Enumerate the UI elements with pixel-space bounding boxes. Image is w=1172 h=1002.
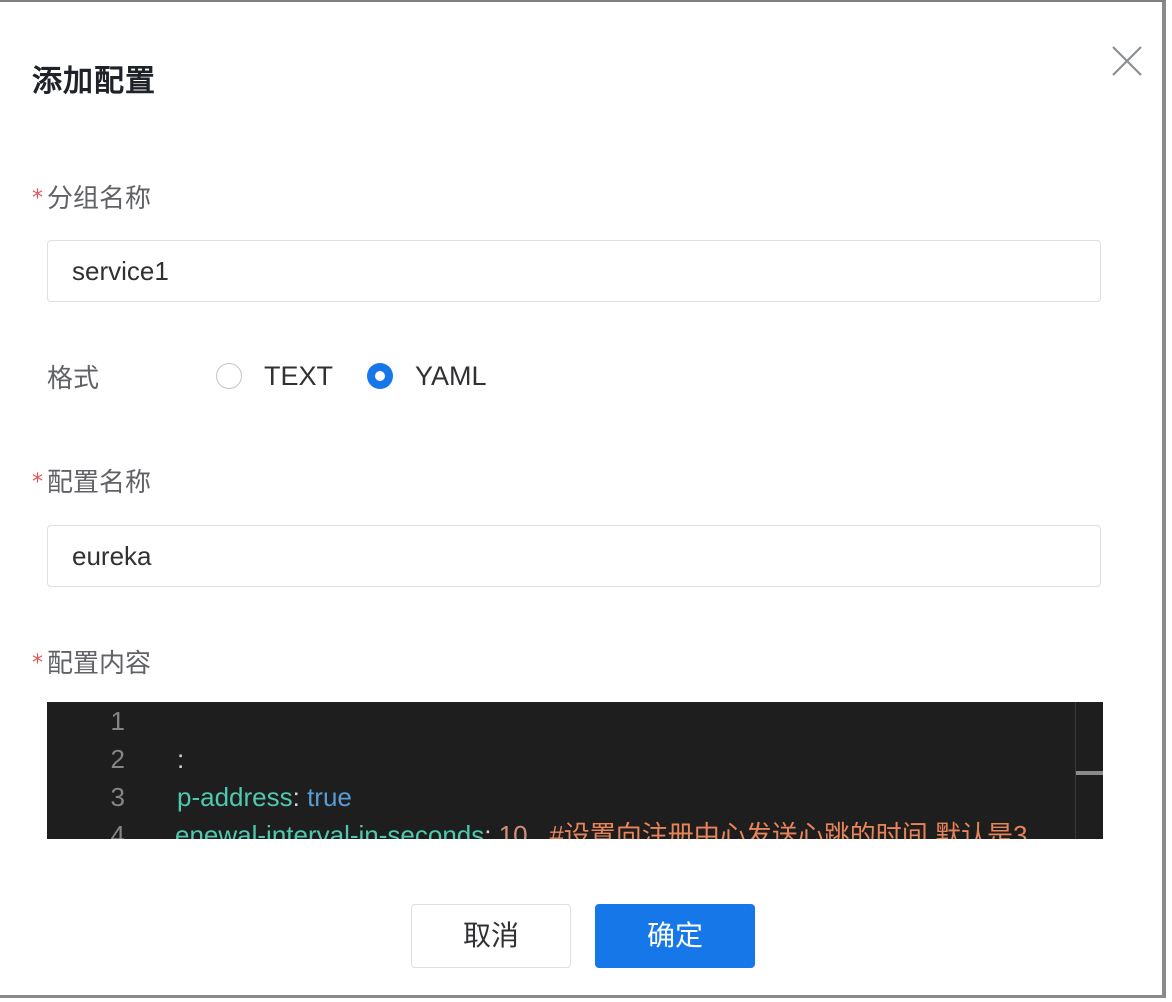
code-text: enewal-interval-in-seconds: 10 #设置向注册中心发… xyxy=(175,816,1027,839)
group-name-label-text: 分组名称 xyxy=(47,184,152,214)
code-value: 10 xyxy=(498,820,528,839)
required-mark: * xyxy=(32,651,43,676)
format-label: 格式 xyxy=(47,364,100,394)
format-option-label: TEXT xyxy=(264,360,334,391)
scrollbar-thumb[interactable] xyxy=(1076,771,1103,775)
format-radio-yaml[interactable]: YAML xyxy=(367,361,487,392)
code-punct: : xyxy=(484,820,499,839)
config-name-label-text: 配置名称 xyxy=(47,468,152,498)
format-radio-text[interactable]: TEXT xyxy=(216,361,333,392)
code-value: true xyxy=(307,782,352,812)
code-key: p-address xyxy=(177,782,293,812)
radio-checked-icon xyxy=(367,363,394,389)
cancel-button[interactable]: 取消 xyxy=(411,904,571,968)
code-editor[interactable]: 1 2 : 3 p-address: true 4 enewal-interva… xyxy=(47,702,1103,839)
line-number: 3 xyxy=(110,782,125,812)
format-radio-group: TEXT YAML xyxy=(216,356,521,396)
code-text: : xyxy=(177,740,184,778)
required-mark: * xyxy=(32,186,43,211)
editor-line: 1 xyxy=(47,702,1103,740)
code-comment: #设置向注册中心发送心跳的时间,默认是3 xyxy=(549,820,1028,839)
group-name-input[interactable] xyxy=(47,240,1101,302)
config-content-label-text: 配置内容 xyxy=(47,649,152,679)
close-icon[interactable] xyxy=(1108,42,1146,80)
radio-circle-icon xyxy=(216,363,242,389)
editor-line: 2 : xyxy=(47,740,1103,778)
editor-scrollbar[interactable] xyxy=(1075,702,1103,839)
confirm-button[interactable]: 确定 xyxy=(595,904,755,968)
line-number: 4 xyxy=(110,820,125,839)
config-name-label: * 配置名称 xyxy=(32,462,151,499)
config-content-label: * 配置内容 xyxy=(32,643,151,680)
code-key: enewal-interval-in-seconds xyxy=(175,820,485,839)
format-option-label: YAML xyxy=(415,360,487,391)
code-punct: : xyxy=(177,744,185,774)
add-config-dialog: 添加配置 *分组名称 格式 TEXT YAML *配置名称 *配置内容 1 xyxy=(0,0,1166,998)
editor-line: 3 p-address: true xyxy=(47,778,1103,816)
code-text: p-address: true xyxy=(177,778,352,816)
code-punct: : xyxy=(292,782,308,812)
line-number: 2 xyxy=(110,744,125,774)
required-mark: * xyxy=(32,470,43,495)
group-name-label: * 分组名称 xyxy=(32,178,151,215)
config-name-input[interactable] xyxy=(47,525,1101,587)
dialog-title: 添加配置 xyxy=(32,64,156,99)
line-number: 1 xyxy=(110,706,125,736)
editor-line: 4 enewal-interval-in-seconds: 10 #设置向注册中… xyxy=(47,816,1103,839)
